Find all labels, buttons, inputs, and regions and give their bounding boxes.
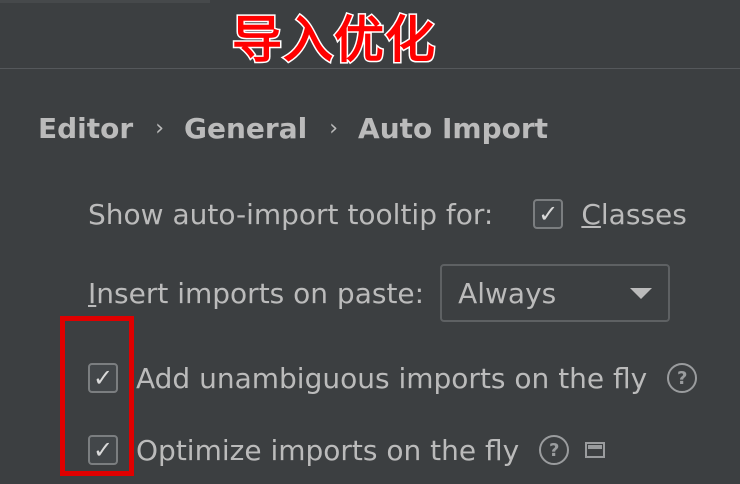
header-divider bbox=[0, 0, 210, 3]
highlight-box bbox=[60, 316, 134, 476]
classes-checkbox-label[interactable]: Classes bbox=[581, 198, 687, 231]
question-mark-glyph: ? bbox=[677, 367, 688, 389]
tooltip-setting-row: Show auto-import tooltip for: ✓ Classes bbox=[88, 192, 687, 236]
paste-label-rest: nsert imports on paste: bbox=[96, 276, 425, 310]
chevron-right-icon: › bbox=[155, 115, 165, 141]
breadcrumb-item-general[interactable]: General bbox=[184, 112, 307, 145]
check-icon: ✓ bbox=[538, 200, 559, 228]
chevron-down-icon bbox=[630, 287, 653, 299]
optimize-imports-label[interactable]: Optimize imports on the fly bbox=[136, 434, 519, 467]
question-mark-glyph: ? bbox=[549, 439, 560, 461]
unambiguous-imports-row: ✓ Add unambiguous imports on the fly ? bbox=[88, 356, 698, 400]
unambiguous-imports-label[interactable]: Add unambiguous imports on the fly bbox=[136, 362, 647, 395]
classes-mnemonic: C bbox=[581, 197, 601, 231]
paste-setting-label: Insert imports on paste: bbox=[88, 277, 424, 310]
breadcrumb: Editor › General › Auto Import bbox=[38, 108, 548, 148]
help-icon[interactable]: ? bbox=[539, 435, 570, 465]
classes-label-rest: lasses bbox=[600, 197, 687, 231]
optimize-imports-row: ✓ Optimize imports on the fly ? bbox=[88, 428, 606, 472]
classes-checkbox[interactable]: ✓ bbox=[533, 199, 564, 229]
paste-mode-value: Always bbox=[458, 276, 557, 310]
breadcrumb-item-editor[interactable]: Editor bbox=[38, 112, 133, 145]
breadcrumb-item-auto-import: Auto Import bbox=[358, 111, 549, 145]
paste-mode-dropdown[interactable]: Always bbox=[440, 264, 671, 322]
help-icon[interactable]: ? bbox=[667, 363, 698, 393]
tooltip-setting-label: Show auto-import tooltip for: bbox=[88, 197, 494, 231]
overlay-title: 导入优化 bbox=[231, 10, 437, 71]
paste-setting-row: Insert imports on paste: Always bbox=[88, 264, 671, 322]
chevron-right-icon: › bbox=[329, 115, 339, 141]
window-settings-icon[interactable] bbox=[585, 442, 606, 458]
